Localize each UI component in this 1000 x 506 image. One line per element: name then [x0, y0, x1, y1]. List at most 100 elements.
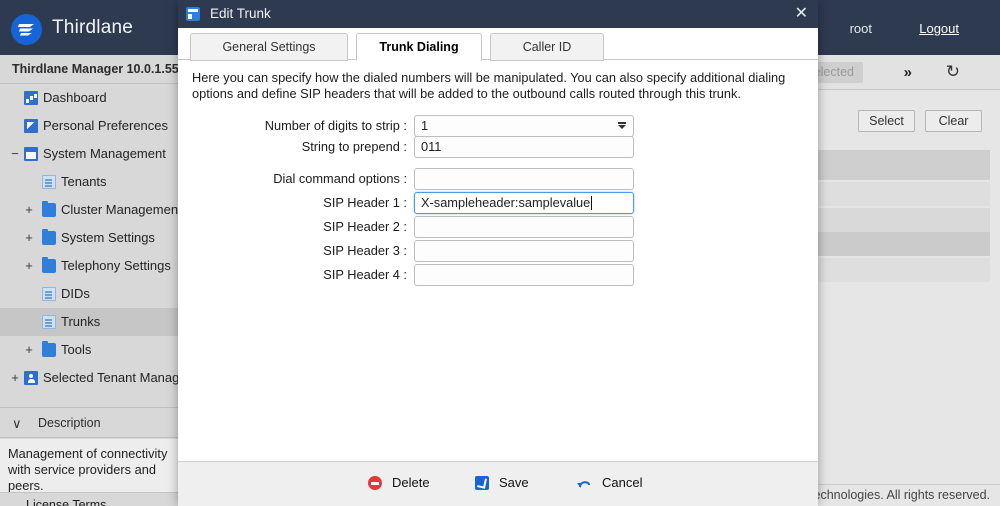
expand-toolbar-icon[interactable]: »	[904, 64, 912, 81]
select-button[interactable]: Select	[858, 110, 915, 132]
delete-circle-icon	[368, 476, 382, 490]
sidebar-item-label: Trunks	[61, 314, 101, 329]
license-terms-row[interactable]: License Terms	[0, 492, 179, 506]
sidebar-nav: Dashboard Personal Preferences − System Man…	[0, 84, 179, 392]
collapse-icon[interactable]: −	[8, 140, 22, 168]
cancel-button[interactable]: Cancel	[576, 472, 643, 494]
field-label-dial-command-options: Dial command options :	[273, 171, 407, 186]
undo-arrow-icon	[576, 476, 592, 490]
document-icon	[42, 315, 56, 329]
sidebar-item-system-management[interactable]: − System Management	[0, 140, 179, 168]
tab-caller-id[interactable]: Caller ID	[490, 33, 604, 61]
sidebar-item-personal-preferences[interactable]: Personal Preferences	[0, 112, 179, 140]
reload-icon[interactable]: ↻	[946, 62, 960, 82]
tab-general-settings[interactable]: General Settings	[190, 33, 348, 61]
folder-icon	[42, 200, 56, 217]
sidebar-item-label: Tenants	[61, 174, 107, 189]
input-dial-command-options[interactable]	[414, 168, 634, 190]
text-cursor	[591, 196, 593, 210]
document-icon	[42, 175, 56, 189]
edit-trunk-dialog: Edit Trunk ✕ General Settings Trunk Diali…	[178, 0, 818, 506]
dialog-tabs: General Settings Trunk Dialing Caller ID	[178, 28, 818, 61]
tab-trunk-dialing[interactable]: Trunk Dialing	[356, 33, 482, 61]
field-label-sip-header-2: SIP Header 2 :	[323, 219, 407, 234]
sidebar-item-label: Selected Tenant Management	[43, 370, 180, 385]
window-icon	[186, 7, 200, 21]
select-number-of-digits-to-strip[interactable]: 1	[414, 115, 634, 137]
expand-icon[interactable]: +	[22, 196, 36, 224]
description-panel-header[interactable]: ∨ Description	[0, 407, 179, 438]
app-root: Thirdlane root Logout Delete Selected » …	[0, 0, 1000, 506]
checkbox-icon	[475, 476, 489, 490]
sidebar: Thirdlane Manager 10.0.1.55 Dashboard Per…	[0, 55, 180, 506]
logout-link[interactable]: Logout	[919, 21, 959, 36]
field-row-number-of-digits-to-strip: Number of digits to strip : 1	[192, 115, 792, 137]
sidebar-item-selected-tenant-management[interactable]: + Selected Tenant Management	[0, 364, 179, 392]
field-label-string-to-prepend: String to prepend :	[301, 139, 407, 154]
field-row-sip-header-1: SIP Header 1 : X-sampleheader:samplevalue	[192, 192, 792, 214]
sidebar-item-system-settings[interactable]: + System Settings	[0, 224, 179, 252]
folder-icon	[42, 340, 56, 357]
close-icon[interactable]: ✕	[795, 4, 808, 24]
field-row-dial-command-options: Dial command options :	[192, 168, 792, 190]
dialog-footer: Delete Save Cancel	[178, 461, 818, 506]
field-row-sip-header-4: SIP Header 4 :	[192, 264, 792, 286]
expand-icon[interactable]: +	[22, 336, 36, 364]
field-label-number-of-digits-to-strip: Number of digits to strip :	[264, 118, 407, 133]
input-sip-header-2[interactable]	[414, 216, 634, 238]
input-value: 011	[421, 139, 442, 154]
system-icon	[24, 147, 38, 161]
sidebar-item-label: Telephony Settings	[61, 258, 171, 273]
license-terms-link[interactable]: License Terms	[26, 498, 106, 506]
delete-button[interactable]: Delete	[368, 472, 430, 494]
sidebar-item-label: Personal Preferences	[43, 118, 169, 133]
sidebar-item-telephony-settings[interactable]: + Telephony Settings	[0, 252, 179, 280]
field-label-sip-header-1: SIP Header 1 :	[323, 195, 407, 210]
folder-icon	[42, 228, 56, 245]
sidebar-item-cluster-management[interactable]: + Cluster Management	[0, 196, 179, 224]
save-button-label: Save	[499, 475, 529, 490]
input-value: X-sampleheader:samplevalue	[421, 195, 591, 210]
input-sip-header-3[interactable]	[414, 240, 634, 262]
expand-icon[interactable]: +	[22, 252, 36, 280]
delete-button-label: Delete	[392, 475, 430, 490]
dialog-title-bar: Edit Trunk ✕	[178, 0, 818, 28]
document-icon	[42, 287, 56, 301]
input-string-to-prepend[interactable]: 011	[414, 136, 634, 158]
save-button[interactable]: Save	[475, 472, 529, 494]
select-value: 1	[421, 118, 429, 133]
field-label-sip-header-3: SIP Header 3 :	[323, 243, 407, 258]
field-label-sip-header-4: SIP Header 4 :	[323, 267, 407, 282]
chevron-down-icon: ∨	[12, 416, 22, 431]
field-row-sip-header-3: SIP Header 3 :	[192, 240, 792, 262]
folder-icon	[42, 256, 56, 273]
sidebar-item-dashboard[interactable]: Dashboard	[0, 84, 179, 112]
dialog-intro-text: Here you can specify how the dialed numb…	[192, 70, 786, 101]
sidebar-item-label: Dashboard	[43, 90, 107, 105]
sidebar-version-label: Thirdlane Manager 10.0.1.55	[0, 55, 179, 84]
clear-button[interactable]: Clear	[925, 110, 982, 132]
input-sip-header-1[interactable]: X-sampleheader:samplevalue	[414, 192, 634, 214]
sidebar-item-trunks[interactable]: Trunks	[0, 308, 179, 336]
dialog-title: Edit Trunk	[210, 6, 271, 21]
thirdlane-logo-icon	[11, 14, 42, 45]
chevron-down-icon[interactable]	[618, 122, 626, 129]
dashboard-icon	[24, 91, 38, 105]
brand-name: Thirdlane	[52, 17, 134, 38]
expand-icon[interactable]: +	[8, 364, 22, 392]
expand-icon[interactable]: +	[22, 224, 36, 252]
preferences-icon	[24, 119, 38, 133]
description-text: Management of connectivity with service …	[0, 439, 179, 493]
copyright-text: Technologies. All rights reserved.	[807, 488, 990, 502]
sidebar-item-label: System Settings	[61, 230, 155, 245]
sidebar-item-tools[interactable]: + Tools	[0, 336, 179, 364]
cancel-button-label: Cancel	[602, 475, 643, 490]
sidebar-item-tenants[interactable]: Tenants	[0, 168, 179, 196]
current-user-label: root	[849, 21, 872, 36]
sidebar-item-dids[interactable]: DIDs	[0, 280, 179, 308]
input-sip-header-4[interactable]	[414, 264, 634, 286]
sidebar-item-label: Tools	[61, 342, 92, 357]
description-header-label: Description	[38, 416, 101, 430]
tenant-icon	[24, 371, 38, 385]
sidebar-item-label: DIDs	[61, 286, 90, 301]
